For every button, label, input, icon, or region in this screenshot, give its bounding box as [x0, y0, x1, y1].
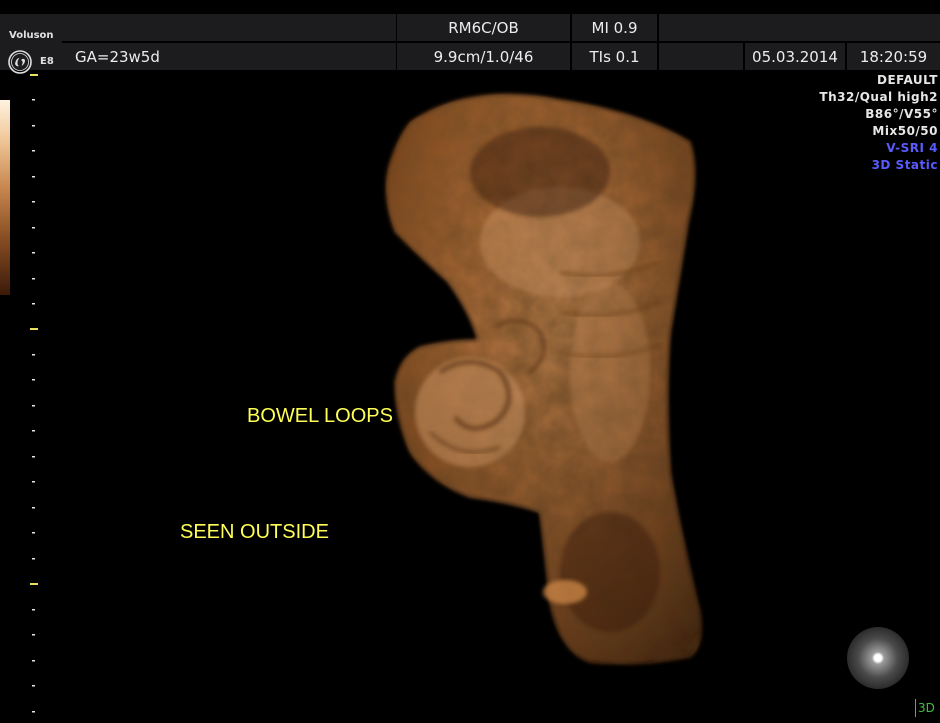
probe-label: RM6C/OB — [397, 14, 570, 41]
mix-label: Mix50/50 — [872, 124, 938, 138]
depth-scale-ticks — [30, 74, 38, 713]
depth-scale — [28, 72, 44, 719]
annotation-bowel-loops: BOWEL LOOPS — [247, 405, 393, 427]
annotation-seen-outside: SEEN OUTSIDE — [180, 521, 329, 543]
mode-bracket — [915, 699, 916, 717]
angles-label: B86°/V55° — [865, 107, 938, 121]
gestational-age-label: GA=23w5d — [62, 43, 396, 70]
view-mode-label: 3D — [918, 701, 935, 715]
brand-name: Voluson — [9, 30, 54, 41]
header-bar: Voluson E8 RM6C/OB MI 0.9 GA=23w5d 9.9cm… — [0, 0, 940, 74]
date-label: 05.03.2014 — [745, 43, 845, 70]
ultrasound-3d-render — [386, 94, 702, 664]
preset-label: DEFAULT — [877, 73, 938, 87]
render-orientation-icon[interactable] — [847, 627, 909, 689]
time-label: 18:20:59 — [847, 43, 940, 70]
tis-label: TIs 0.1 — [572, 43, 657, 70]
header-cell-blank-3 — [659, 43, 743, 70]
header-cell-blank-2 — [659, 14, 940, 41]
color-map-bar — [0, 100, 10, 295]
ge-logo-icon — [8, 50, 32, 74]
fetal-foot-render — [543, 580, 587, 604]
depth-label: 9.9cm/1.0/46 — [397, 43, 570, 70]
sri-label: V-SRI 4 — [886, 141, 938, 155]
mi-label: MI 0.9 — [572, 14, 657, 41]
header-cell-blank-1 — [62, 14, 396, 41]
mode-label: 3D Static — [871, 158, 938, 172]
quality-label: Th32/Qual high2 — [819, 90, 938, 104]
model-name: E8 — [40, 56, 54, 67]
settings-panel: DEFAULT Th32/Qual high2 B86°/V55° Mix50/… — [819, 72, 938, 174]
brand-logo-box: Voluson E8 — [0, 14, 62, 74]
